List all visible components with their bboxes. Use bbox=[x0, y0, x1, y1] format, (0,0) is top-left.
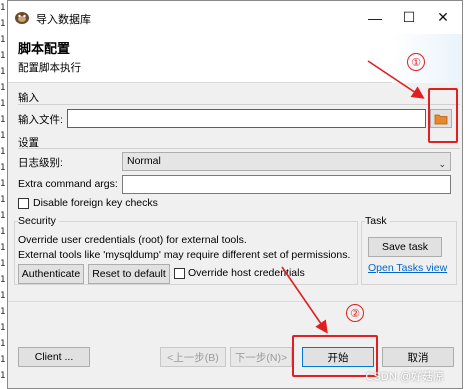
background-right-strip bbox=[462, 0, 474, 389]
watermark: CSDN @好菇凉 bbox=[365, 371, 444, 383]
annotation-arrows bbox=[281, 60, 425, 334]
arrow-to-browse-icon bbox=[367, 60, 425, 99]
arrow-to-start-icon bbox=[281, 266, 328, 334]
import-database-dialog: 导入数据库 — ☐ ✕ 脚本配置 配置脚本执行 输入 输入文件: 设置 日志级别… bbox=[7, 0, 463, 389]
